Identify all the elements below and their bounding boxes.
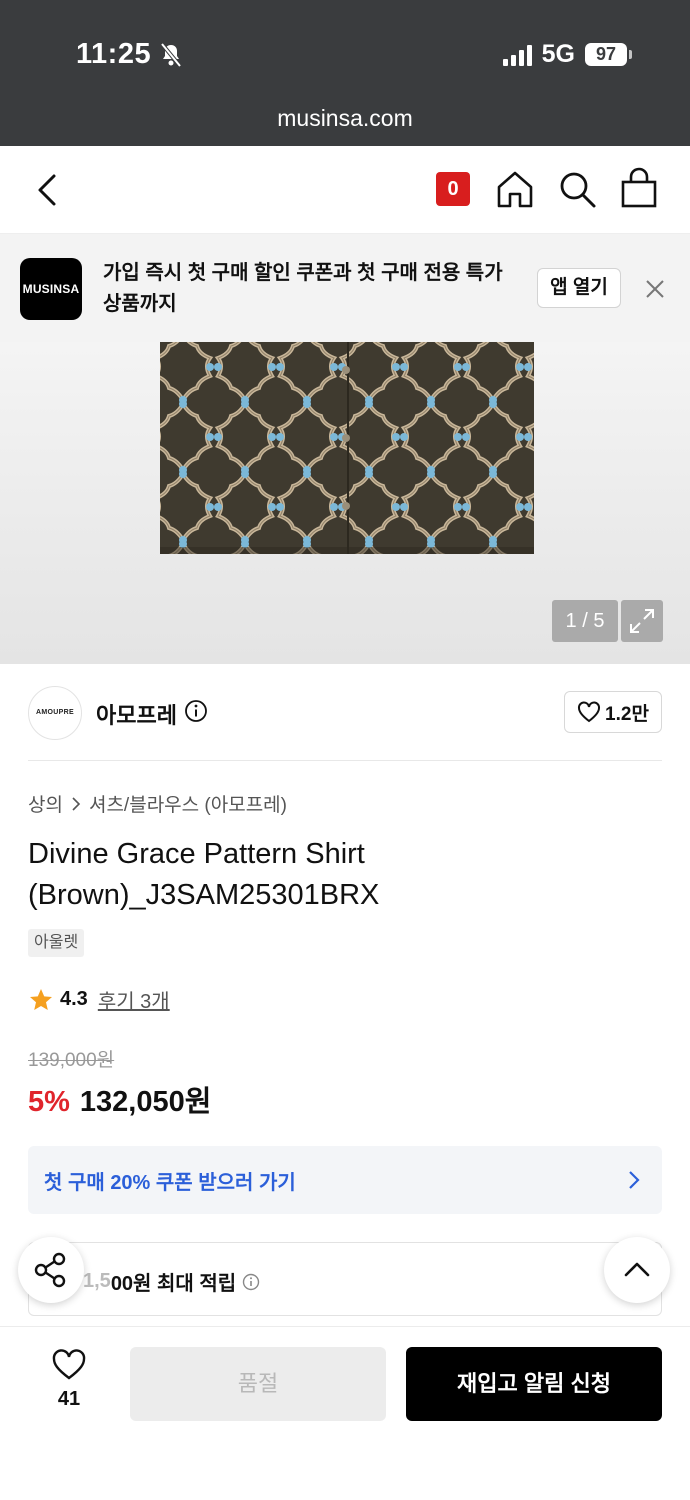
price-row: 5% 132,050원 bbox=[28, 1078, 211, 1120]
bell-slash-icon bbox=[160, 42, 182, 67]
brand-name[interactable]: 아모프레 bbox=[96, 698, 177, 730]
points-amount-prefix: 1,5 bbox=[83, 1270, 111, 1292]
original-price: 139,000원 bbox=[28, 1050, 115, 1071]
brand-row: AMOUPRE 아모프레 1.2만 bbox=[0, 664, 690, 761]
status-bar: 11:25 5G 97 bbox=[0, 0, 690, 96]
product-image-gallery[interactable]: 1 / 5 bbox=[0, 342, 690, 664]
info-icon[interactable] bbox=[242, 1273, 260, 1291]
signal-icon bbox=[502, 44, 532, 66]
battery-level: 97 bbox=[585, 43, 627, 66]
share-icon bbox=[34, 1252, 66, 1288]
status-indicators: 5G 97 bbox=[502, 40, 632, 69]
coupon-label: 첫 구매 20% 쿠폰 받으러 가기 bbox=[44, 1172, 296, 1194]
breadcrumb-category[interactable]: 상의 bbox=[28, 790, 63, 817]
points-row: 1,5 00원 최대 적립 bbox=[83, 1267, 260, 1296]
points-label: 00원 최대 적립 bbox=[110, 1273, 237, 1295]
home-icon[interactable] bbox=[494, 168, 536, 210]
musinsa-logo: MUSINSA bbox=[20, 258, 82, 320]
rating-row: 4.3 후기 3개 bbox=[28, 985, 170, 1014]
coupon-banner[interactable]: 첫 구매 20% 쿠폰 받으러 가기 bbox=[28, 1146, 662, 1214]
wishlist-count: 41 bbox=[57, 1388, 81, 1410]
outlet-tag: 아울렛 bbox=[28, 929, 85, 957]
breadcrumb: 상의 셔츠/블라우스 (아모프레) bbox=[28, 790, 287, 817]
app-banner-message: 가입 즉시 첫 구매 할인 쿠폰과 첫 구매 전용 특가 상품까지 bbox=[103, 262, 503, 315]
star-icon bbox=[30, 988, 52, 1010]
close-icon[interactable] bbox=[642, 276, 668, 302]
clock-text: 11:25 bbox=[76, 38, 152, 70]
network-label: 5G bbox=[541, 40, 575, 68]
heart-icon bbox=[578, 701, 601, 723]
info-icon[interactable] bbox=[184, 699, 208, 723]
wishlist-button[interactable]: 41 bbox=[40, 1349, 98, 1411]
status-time: 11:25 bbox=[76, 38, 183, 71]
search-icon[interactable] bbox=[556, 168, 598, 210]
image-counter: 1 / 5 bbox=[552, 600, 618, 642]
chevron-right-icon bbox=[72, 796, 81, 811]
expand-icon[interactable] bbox=[621, 600, 663, 642]
soldout-button: 품절 bbox=[130, 1347, 386, 1421]
product-photo bbox=[160, 342, 534, 554]
top-navigation: 0 bbox=[0, 146, 690, 234]
url-bar[interactable]: musinsa.com bbox=[0, 96, 690, 146]
back-icon[interactable] bbox=[28, 168, 72, 212]
chevron-up-icon bbox=[624, 1262, 650, 1277]
battery-icon: 97 bbox=[585, 43, 632, 66]
scroll-top-button[interactable] bbox=[604, 1237, 670, 1303]
bag-icon[interactable] bbox=[618, 166, 660, 210]
recent-count-badge[interactable]: 0 bbox=[436, 172, 470, 206]
app-banner: MUSINSA 가입 즉시 첫 구매 할인 쿠폰과 첫 구매 전용 특가 상품까… bbox=[0, 234, 690, 342]
rating-score: 4.3 bbox=[60, 988, 88, 1010]
open-app-button[interactable]: 앱 열기 bbox=[537, 268, 621, 308]
restock-alert-button[interactable]: 재입고 알림 신청 bbox=[406, 1347, 662, 1421]
brand-logo[interactable]: AMOUPRE bbox=[28, 686, 82, 740]
divider bbox=[28, 760, 662, 761]
review-link[interactable]: 후기 3개 bbox=[98, 985, 170, 1014]
product-title: Divine Grace Pattern Shirt (Brown)_J3SAM… bbox=[28, 838, 380, 911]
discount-rate: 5% bbox=[28, 1086, 70, 1118]
bottom-action-bar: 41 품절 재입고 알림 신청 bbox=[0, 1326, 690, 1500]
brand-like-count: 1.2만 bbox=[605, 703, 649, 725]
heart-icon bbox=[52, 1349, 86, 1380]
share-button[interactable] bbox=[18, 1237, 84, 1303]
points-info[interactable]: 1,5 00원 최대 적립 bbox=[28, 1242, 662, 1316]
breadcrumb-subcategory[interactable]: 셔츠/블라우스 (아모프레) bbox=[89, 790, 287, 817]
chevron-right-icon bbox=[629, 1171, 640, 1189]
brand-like-button[interactable]: 1.2만 bbox=[564, 691, 662, 733]
sale-price: 132,050원 bbox=[79, 1086, 212, 1118]
